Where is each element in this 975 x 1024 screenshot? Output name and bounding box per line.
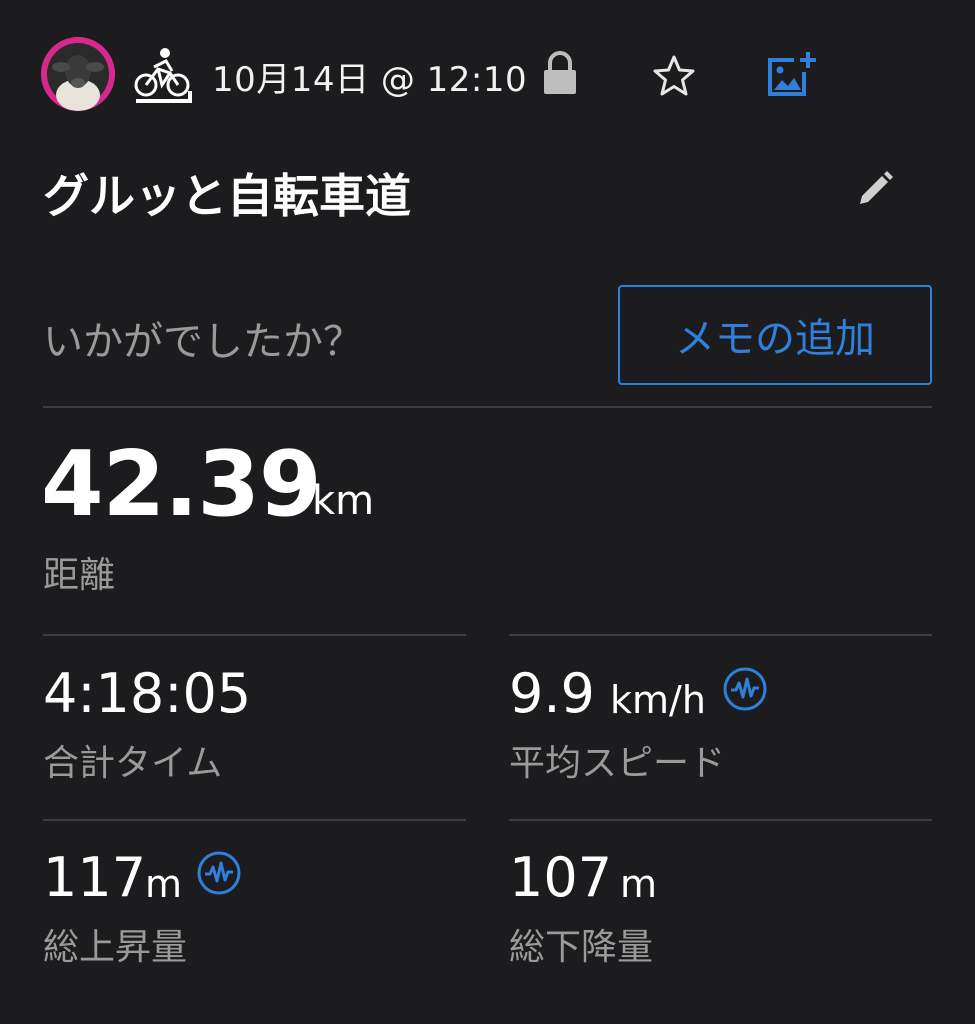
avg-speed-label: 平均スピード [509, 743, 726, 784]
total-descent-value: 107 [509, 846, 613, 909]
distance-label: 距離 [43, 555, 116, 596]
how-was-it-prompt: いかがでしたか？ [43, 319, 363, 365]
total-time-label: 合計タイム [43, 743, 223, 784]
divider [43, 406, 932, 408]
star-icon[interactable] [652, 54, 696, 98]
pulse-chart-icon[interactable] [722, 666, 768, 712]
activity-date: 10月14日 @ 12:10 [212, 60, 528, 100]
total-descent-unit: m [620, 862, 658, 906]
total-ascent-label: 総上昇量 [43, 927, 188, 968]
pencil-edit-icon[interactable] [854, 168, 896, 210]
divider [43, 819, 466, 821]
total-time-value: 4:18:05 [43, 662, 252, 725]
total-ascent-value: 117 [43, 846, 147, 909]
distance-unit: km [312, 478, 375, 524]
activity-title: グルッと自転車道 [43, 169, 411, 223]
add-photo-icon[interactable] [764, 50, 816, 100]
divider [509, 634, 932, 636]
add-memo-button[interactable]: メモの追加 [618, 285, 932, 385]
divider [43, 634, 466, 636]
lock-icon[interactable] [540, 50, 580, 96]
avg-speed-unit: km/h [610, 678, 706, 722]
divider [509, 819, 932, 821]
cycling-icon [132, 45, 194, 103]
total-ascent-unit: m [145, 862, 183, 906]
total-descent-label: 総下降量 [509, 927, 654, 968]
pulse-chart-icon[interactable] [196, 850, 242, 896]
avg-speed-value: 9.9 [509, 662, 595, 725]
avatar[interactable] [41, 37, 115, 111]
distance-value: 42.39 [41, 432, 322, 537]
